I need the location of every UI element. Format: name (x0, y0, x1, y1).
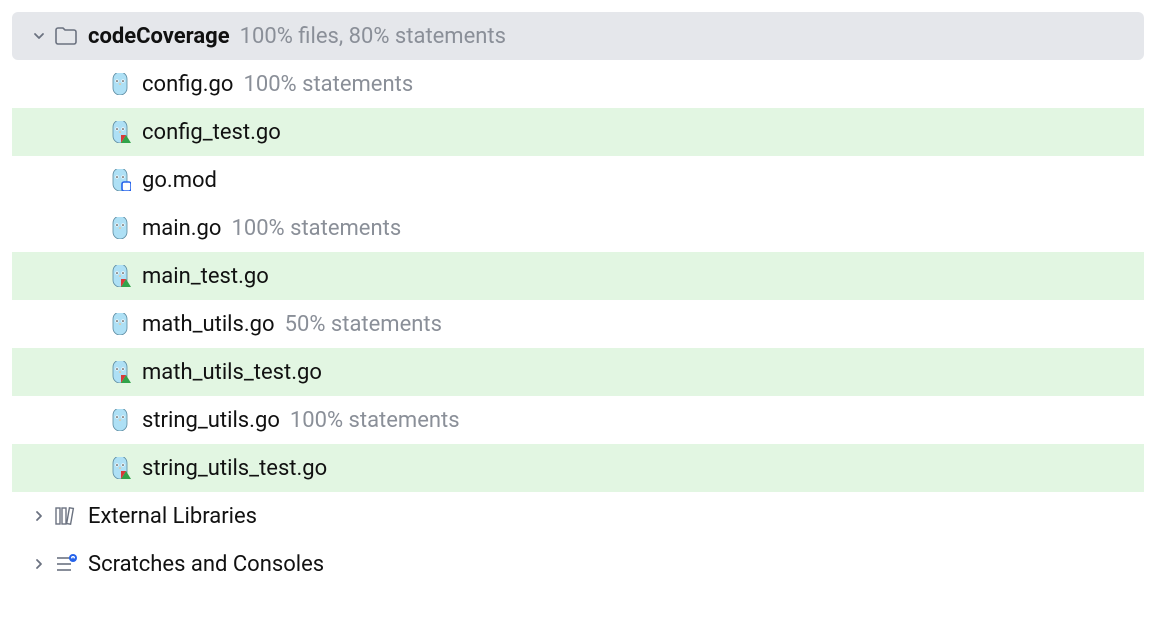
external-libraries-label: External Libraries (88, 504, 257, 529)
file-coverage-label: 50% statements (285, 312, 442, 337)
file-name-label: config.go (142, 72, 233, 97)
go-file-icon (108, 72, 132, 96)
folder-icon (54, 24, 78, 48)
tree-file-row[interactable]: string_utils_test.go (12, 444, 1144, 492)
file-name-label: main_test.go (142, 264, 269, 289)
go-mod-icon (108, 168, 132, 192)
tree-root-label: codeCoverage (88, 24, 230, 49)
file-name-label: math_utils_test.go (142, 360, 322, 385)
file-coverage-label: 100% statements (290, 408, 460, 433)
tree-file-row[interactable]: main_test.go (12, 252, 1144, 300)
file-name-label: string_utils_test.go (142, 456, 327, 481)
tree-file-row[interactable]: go.mod (12, 156, 1144, 204)
go-file-icon (108, 216, 132, 240)
scratches-label: Scratches and Consoles (88, 552, 324, 577)
go-test-file-icon (108, 456, 132, 480)
file-coverage-label: 100% statements (243, 72, 413, 97)
tree-file-row[interactable]: math_utils.go 50% statements (12, 300, 1144, 348)
tree-file-row[interactable]: string_utils.go 100% statements (12, 396, 1144, 444)
chevron-down-icon[interactable] (30, 30, 48, 42)
file-name-label: main.go (142, 216, 221, 241)
tree-root-coverage: 100% files, 80% statements (240, 24, 506, 49)
project-tree: codeCoverage 100% files, 80% statements … (0, 0, 1156, 588)
file-name-label: math_utils.go (142, 312, 275, 337)
go-test-file-icon (108, 120, 132, 144)
scratches-icon (54, 552, 78, 576)
tree-file-row[interactable]: config_test.go (12, 108, 1144, 156)
file-name-label: go.mod (142, 168, 217, 193)
library-icon (54, 504, 78, 528)
chevron-right-icon[interactable] (30, 558, 48, 570)
tree-scratches-consoles[interactable]: Scratches and Consoles (12, 540, 1144, 588)
file-name-label: string_utils.go (142, 408, 280, 433)
go-file-icon (108, 312, 132, 336)
tree-root-row[interactable]: codeCoverage 100% files, 80% statements (12, 12, 1144, 60)
tree-file-row[interactable]: config.go 100% statements (12, 60, 1144, 108)
chevron-right-icon[interactable] (30, 510, 48, 522)
file-name-label: config_test.go (142, 120, 281, 145)
go-test-file-icon (108, 360, 132, 384)
go-test-file-icon (108, 264, 132, 288)
tree-file-row[interactable]: main.go 100% statements (12, 204, 1144, 252)
file-coverage-label: 100% statements (231, 216, 401, 241)
tree-file-row[interactable]: math_utils_test.go (12, 348, 1144, 396)
go-file-icon (108, 408, 132, 432)
tree-files-container: config.go100% statements config_test.go … (12, 60, 1144, 492)
tree-external-libraries[interactable]: External Libraries (12, 492, 1144, 540)
